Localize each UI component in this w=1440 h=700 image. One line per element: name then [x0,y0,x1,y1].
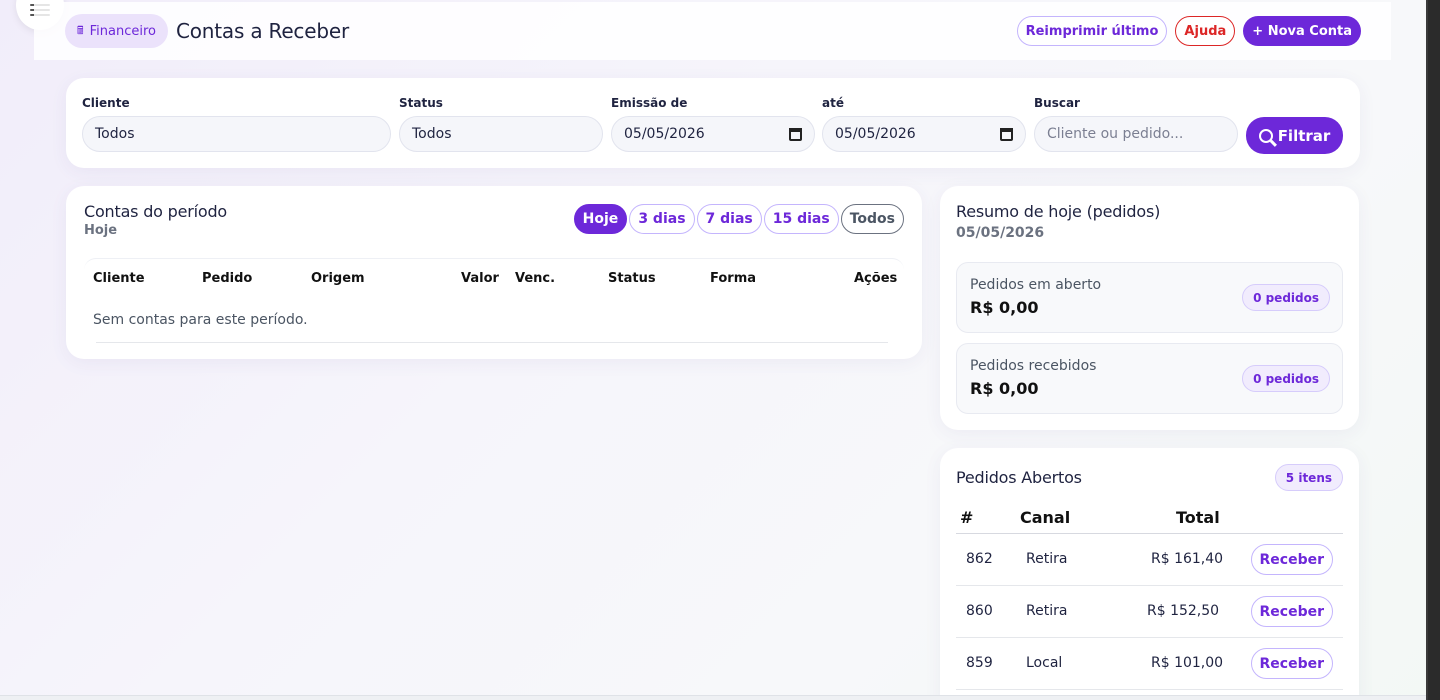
calendar-icon[interactable] [789,127,802,141]
column-header: Cliente [93,271,145,286]
order-total: R$ 101,00 [1151,655,1224,671]
status-label: Status [399,96,443,110]
search-label: Buscar [1034,96,1080,110]
open-orders-count: 5 itens [1274,464,1343,491]
column-header: Pedido [202,271,253,286]
vertical-scrollbar[interactable] [1426,0,1440,700]
issue-from-input[interactable]: 05/05/2026 [611,116,815,152]
summary-received-orders: Pedidos recebidos R$ 0,00 0 pedidos [956,343,1343,414]
open-orders-title: Pedidos Abertos [956,468,1082,487]
top-actions: Reimprimir último Ajuda + Nova Conta [1016,16,1361,46]
status-select[interactable]: Todos [399,116,603,152]
table-row: 859 Local R$ 101,00 Receber [956,638,1343,690]
reprint-last-button[interactable]: Reimprimir último [1016,16,1168,46]
issue-to-value: 05/05/2026 [835,126,916,142]
search-icon [1258,128,1273,143]
tab-7-dias[interactable]: 7 dias [696,204,762,234]
summary-item-value: R$ 0,00 [970,298,1039,317]
client-value: Todos [95,126,135,142]
receive-button[interactable]: Receber [1250,544,1333,575]
issue-to-label: até [822,96,844,110]
summary-item-count: 0 pedidos [1242,284,1330,311]
summary-date: 05/05/2026 [956,225,1045,241]
breadcrumb-label: Financeiro [89,23,156,39]
issue-to-field: até 05/05/2026 [822,96,1026,152]
cash-register-icon: 🖩 [77,23,84,37]
search-input[interactable]: Cliente ou pedido... [1034,116,1238,152]
column-header: Total [1176,508,1220,527]
empty-message: Sem contas para este período. [93,312,308,328]
client-label: Cliente [82,96,130,110]
tab-todos[interactable]: Todos [840,204,904,234]
period-accounts-subtitle: Hoje [84,223,118,238]
summary-item-label: Pedidos recebidos [970,358,1097,374]
column-header: Origem [311,271,365,286]
page-title: Contas a Receber [175,19,349,43]
scrollbar-track [1426,0,1428,700]
order-id: 859 [966,655,993,671]
issue-from-label: Emissão de [611,96,688,110]
client-select[interactable]: Todos [82,116,391,152]
order-total: R$ 161,40 [1151,551,1224,567]
filter-card: Cliente Todos Status Todos Emissão de 05… [66,78,1360,168]
status-value: Todos [412,126,452,142]
summary-item-count: 0 pedidos [1242,365,1330,392]
summary-item-value: R$ 0,00 [970,379,1039,398]
issue-from-value: 05/05/2026 [624,126,705,142]
table-row: 860 Retira R$ 152,50 Receber [956,586,1343,638]
summary-open-orders: Pedidos em aberto R$ 0,00 0 pedidos [956,262,1343,333]
filter-button-label: Filtrar [1277,126,1331,145]
summary-title: Resumo de hoje (pedidos) [956,202,1161,221]
tab-15-dias[interactable]: 15 dias [763,204,839,234]
column-header: Valor [461,271,499,286]
column-header: Status [608,271,656,286]
column-header: Ações [854,271,898,286]
tab-3-dias[interactable]: 3 dias [629,204,695,234]
filter-button[interactable]: Filtrar [1246,117,1343,154]
summary-item-label: Pedidos em aberto [970,277,1102,293]
breadcrumb-financeiro[interactable]: 🖩 Financeiro [65,14,168,48]
accounts-table-header: Cliente Pedido Origem Valor Venc. Status… [84,258,904,298]
period-accounts-title: Contas do período [84,202,227,221]
tab-hoje[interactable]: Hoje [573,204,628,234]
top-bar: 🖩 Financeiro Contas a Receber Reimprimir… [34,2,1391,60]
open-orders-card: Pedidos Abertos 5 itens # Canal Total 86… [940,448,1359,700]
table-divider [96,342,888,343]
calendar-icon[interactable] [1000,127,1013,141]
column-header: Forma [710,271,757,286]
order-channel: Retira [1026,551,1068,567]
order-id: 860 [966,603,993,619]
open-orders-header: # Canal Total [956,506,1343,534]
search-field: Buscar Cliente ou pedido... [1034,96,1238,152]
column-header: Venc. [515,271,556,286]
period-tabs: Hoje 3 dias 7 dias 15 dias Todos [573,204,904,234]
new-account-button[interactable]: + Nova Conta [1243,16,1361,46]
order-total: R$ 152,50 [1147,603,1220,619]
issue-from-field: Emissão de 05/05/2026 [611,96,815,152]
column-header: # [960,508,974,527]
accounts-table: Cliente Pedido Origem Valor Venc. Status… [84,258,904,343]
today-summary-card: Resumo de hoje (pedidos) 05/05/2026 Pedi… [940,186,1359,430]
receive-button[interactable]: Receber [1250,648,1333,679]
order-channel: Retira [1026,603,1068,619]
order-id: 862 [966,551,993,567]
status-field: Status Todos [399,96,603,152]
period-accounts-card: Contas do período Hoje Hoje 3 dias 7 dia… [66,186,922,359]
table-row: 862 Retira R$ 161,40 Receber [956,534,1343,586]
order-channel: Local [1026,655,1063,671]
column-header: Canal [1020,508,1071,527]
issue-to-input[interactable]: 05/05/2026 [822,116,1026,152]
help-button[interactable]: Ajuda [1175,16,1236,46]
receive-button[interactable]: Receber [1250,596,1333,627]
search-placeholder: Cliente ou pedido... [1047,126,1184,142]
window-bottom-edge [0,695,1426,700]
client-field: Cliente Todos [82,96,391,152]
